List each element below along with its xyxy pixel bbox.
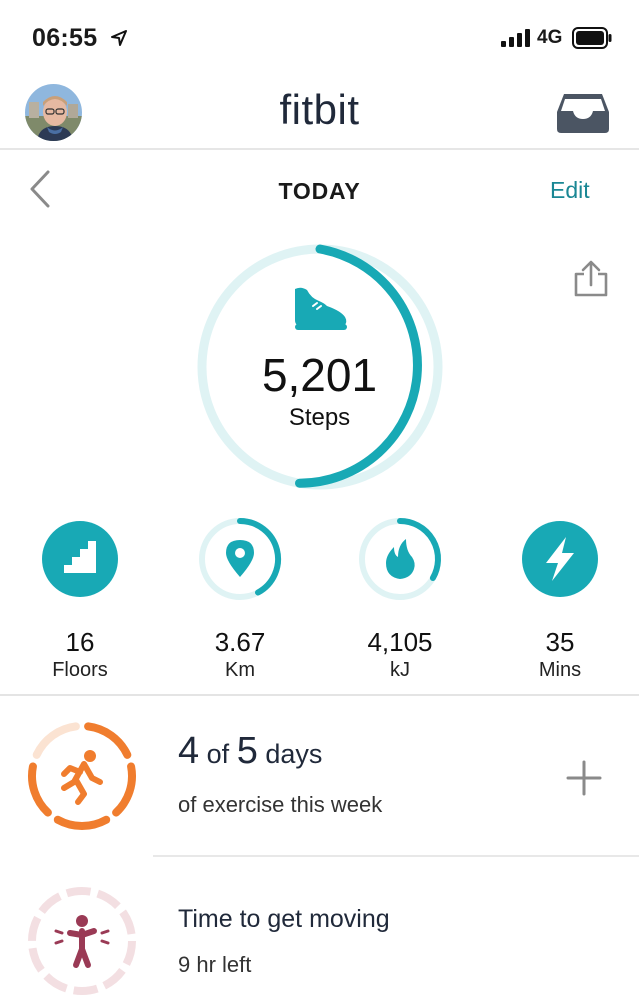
location-pin-icon: [199, 517, 282, 600]
divider: [153, 855, 639, 857]
edit-button[interactable]: Edit: [550, 177, 590, 204]
app-header: fitbit: [0, 78, 639, 150]
hourly-title: Time to get moving: [178, 905, 390, 933]
hourly-activity-ring[interactable]: [26, 885, 138, 997]
exercise-day-segment: [53, 815, 111, 830]
flame-icon: [359, 518, 441, 600]
network-type: 4G: [537, 27, 563, 48]
stat-value: 3.67: [214, 627, 266, 657]
exercise-title: 4 of 5 days: [178, 730, 322, 773]
divider: [0, 694, 639, 696]
status-bar: 06:55 4G: [0, 0, 639, 78]
stat-value: 16: [65, 627, 95, 657]
exercise-days-ring[interactable]: [26, 720, 138, 832]
exercise-count: 4: [178, 730, 200, 772]
stat-value: 35: [545, 627, 575, 657]
inbox-icon[interactable]: [556, 92, 610, 134]
exercise-unit: days: [265, 739, 323, 769]
date-title: TODAY: [278, 178, 361, 204]
signal-icon: [501, 29, 530, 47]
share-icon[interactable]: [572, 260, 610, 298]
runner-icon: [61, 750, 103, 805]
stat-unit: Km: [225, 659, 255, 681]
status-time: 06:55: [32, 24, 98, 52]
exercise-day-segment: [84, 722, 132, 759]
steps-label: Steps: [288, 404, 351, 431]
steps-value: 5,201: [261, 349, 378, 401]
stat-unit: kJ: [390, 659, 410, 681]
hourly-subtitle: 9 hr left: [178, 952, 252, 977]
exercise-day-segment: [32, 722, 80, 759]
stat-unit: Floors: [52, 659, 108, 681]
location-arrow-icon: [111, 30, 127, 46]
stairs-icon: [42, 521, 118, 597]
stat-unit: Mins: [538, 659, 582, 681]
stat-value: 4,105: [367, 627, 433, 657]
shoe-icon: [295, 287, 347, 330]
brand-logo: fitbit: [279, 86, 360, 133]
exercise-subtitle: of exercise this week: [178, 792, 383, 817]
exercise-of: of: [206, 739, 230, 769]
date-nav: TODAY Edit: [0, 152, 639, 226]
person-moving-icon: [54, 915, 110, 968]
exercise-day-segment: [28, 762, 52, 817]
exercise-total: 5: [236, 730, 258, 772]
exercise-day-segment: [112, 762, 136, 817]
lightning-icon: [522, 521, 598, 597]
battery-icon: [572, 27, 612, 49]
add-exercise-button[interactable]: [566, 760, 602, 796]
